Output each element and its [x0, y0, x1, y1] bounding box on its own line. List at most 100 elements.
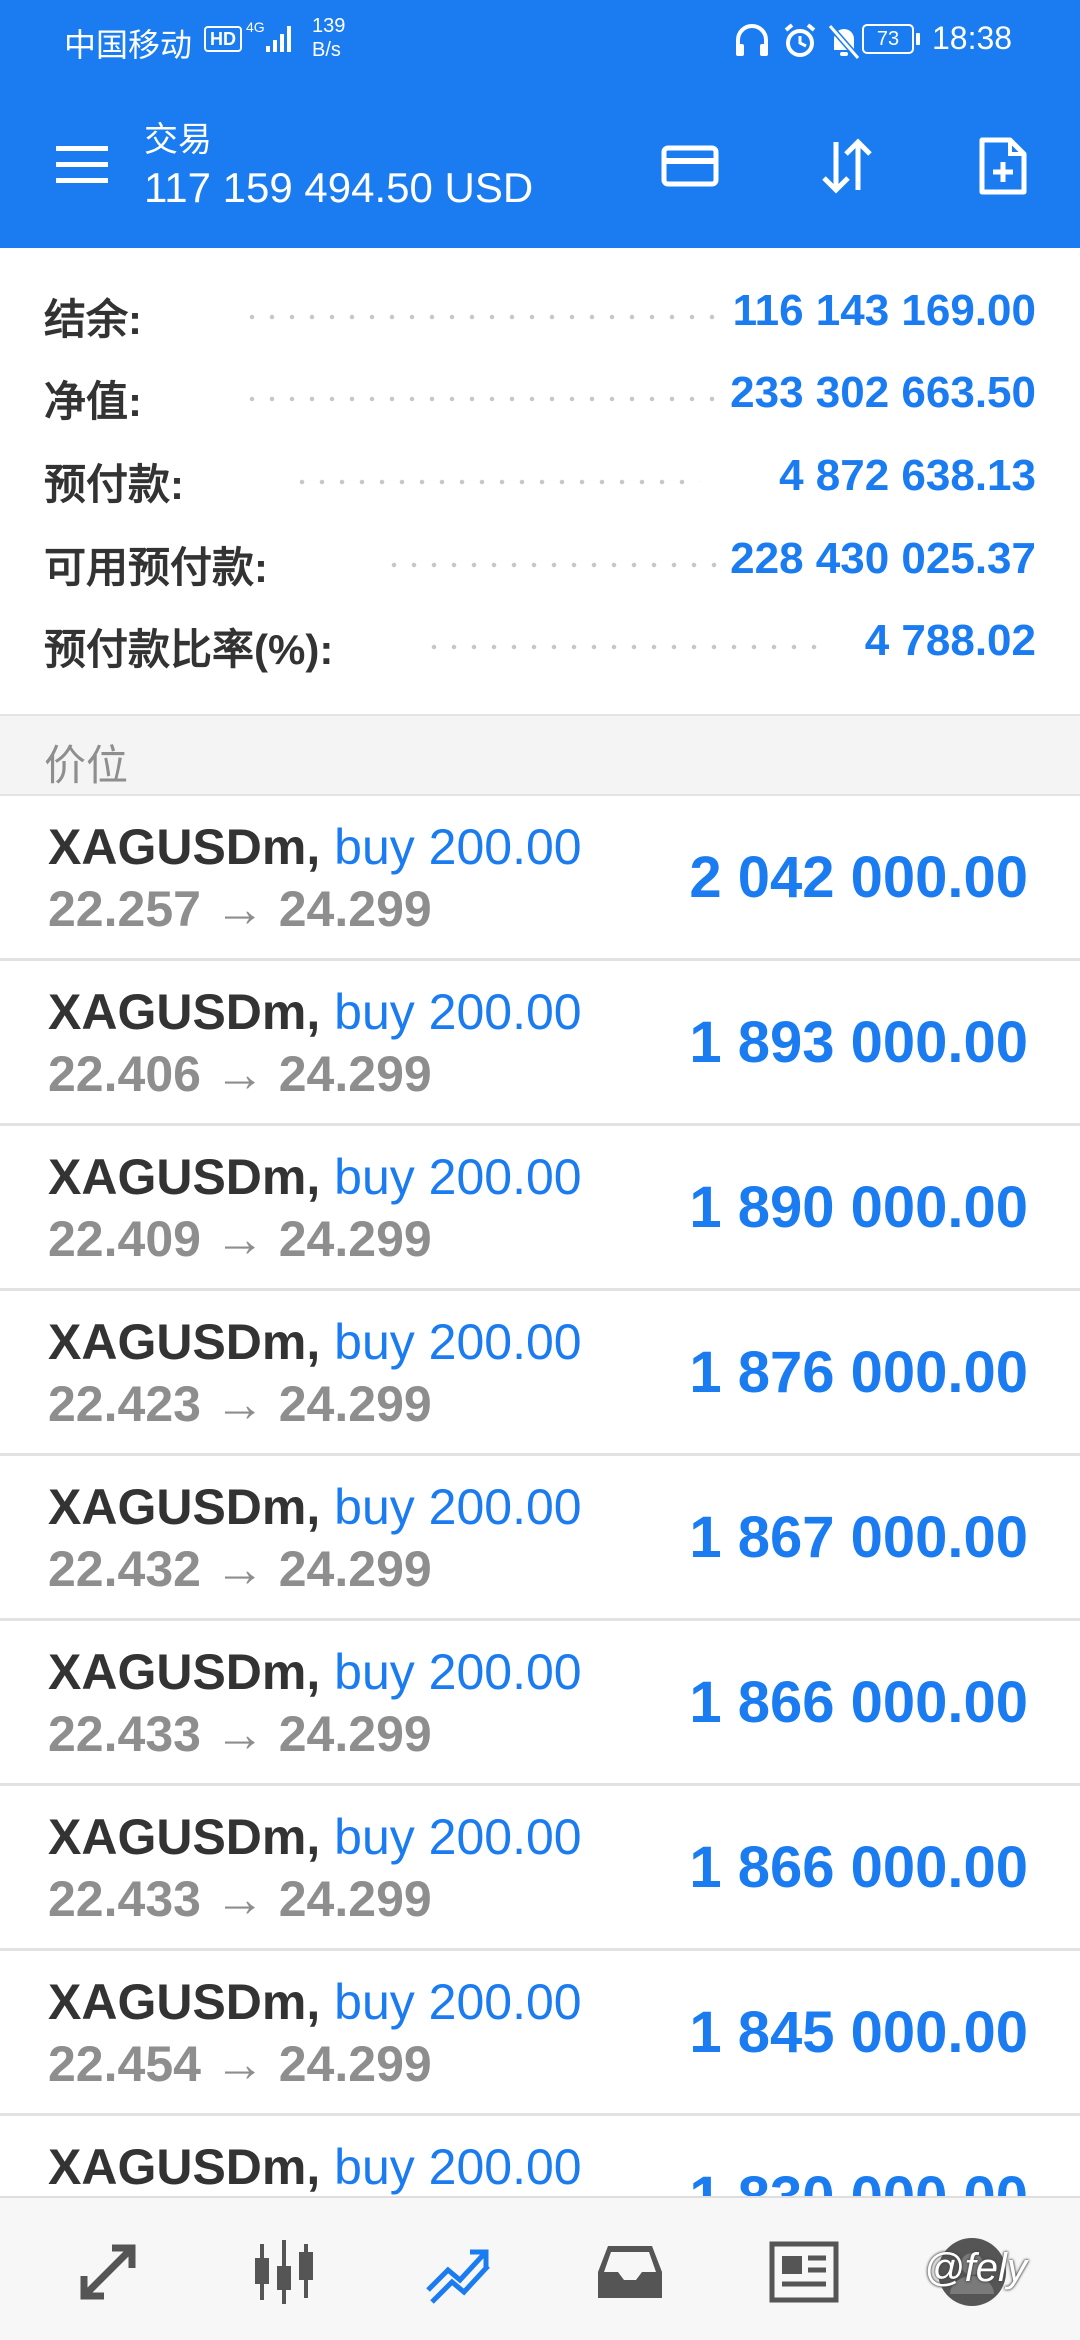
sort-button[interactable] [804, 124, 888, 208]
symbol-name: XAGUSDm, [48, 984, 321, 1040]
summary-value: 116 143 169.00 [732, 286, 1036, 335]
positions-list[interactable]: XAGUSDm, buy 200.00 22.257 → 24.299 2 04… [0, 796, 1080, 2196]
order-side: buy 200.00 [334, 1644, 582, 1700]
position-profit: 1 876 000.00 [689, 1340, 1028, 1405]
summary-label: 预付款比率(%): [44, 626, 334, 673]
position-symbol: XAGUSDm, buy 200.00 [48, 1808, 582, 1866]
summary-row-balance: 结余: 116 143 169.00 [0, 276, 1080, 346]
open-price: 22.423 [48, 1376, 201, 1432]
hd-badge: HD [204, 26, 242, 52]
current-price: 24.299 [278, 1046, 432, 1102]
summary-value: 4 872 638.13 [779, 451, 1036, 500]
summary-value: 228 430 025.37 [730, 534, 1036, 583]
arrow-icon: → [214, 1211, 265, 1267]
open-price: 22.409 [48, 1211, 201, 1267]
arrow-icon: → [214, 2036, 265, 2092]
chart-icon [255, 2240, 313, 2304]
speed-value: 139 [312, 15, 346, 37]
network-type: 4G [246, 19, 265, 35]
position-profit: 1 830 000.00 [689, 2164, 1028, 2196]
current-price: 24.299 [278, 1211, 432, 1267]
summary-row-equity: 净值: 233 302 663.50 [0, 358, 1080, 428]
current-price: 24.299 [278, 881, 432, 937]
card-icon [661, 145, 719, 187]
position-row[interactable]: XAGUSDm, buy 200.00 22.433 → 24.299 1 86… [0, 1786, 1080, 1951]
order-side: buy 200.00 [334, 1149, 582, 1205]
position-row[interactable]: XAGUSDm, buy 200.00 22.257 → 24.299 2 04… [0, 796, 1080, 961]
summary-row-margin-level: 预付款比率(%): 4 788.02 [0, 606, 1080, 676]
position-profit: 2 042 000.00 [689, 845, 1028, 910]
arrow-icon: → [214, 1376, 265, 1432]
arrow-icon: → [214, 881, 265, 937]
position-row[interactable]: XAGUSDm, buy 200.00 22.433 → 24.299 1 86… [0, 1621, 1080, 1786]
open-price: 22.257 [48, 881, 201, 937]
positions-section-header: 价位 [0, 716, 1080, 796]
position-row[interactable]: XAGUSDm, buy 200.00 1 830 000.00 [0, 2116, 1080, 2196]
open-price: 22.406 [48, 1046, 201, 1102]
deposit-button[interactable] [648, 124, 732, 208]
carrier-label: 中国移动 [64, 27, 193, 63]
symbol-name: XAGUSDm, [48, 2139, 321, 2195]
position-symbol: XAGUSDm, buy 200.00 [48, 1313, 582, 1371]
mute-bell-icon [827, 24, 861, 60]
position-row[interactable]: XAGUSDm, buy 200.00 22.454 → 24.299 1 84… [0, 1951, 1080, 2116]
position-symbol: XAGUSDm, buy 200.00 [48, 1148, 582, 1206]
price-range: 22.454 → 24.299 [48, 2035, 432, 2093]
nav-trade[interactable] [414, 2228, 502, 2316]
position-profit: 1 866 000.00 [689, 1835, 1028, 1900]
arrow-icon: → [214, 1706, 265, 1762]
headphones-icon [736, 24, 768, 56]
position-profit: 1 845 000.00 [689, 2000, 1028, 2065]
symbol-name: XAGUSDm, [48, 1479, 321, 1535]
open-price: 22.432 [48, 1541, 201, 1597]
network-speed: 139 B/s [312, 14, 345, 62]
symbol-name: XAGUSDm, [48, 819, 321, 875]
price-range: 22.432 → 24.299 [48, 1540, 432, 1598]
dotted-leader [384, 562, 720, 568]
summary-value: 233 302 663.50 [730, 368, 1036, 417]
position-row[interactable]: XAGUSDm, buy 200.00 22.432 → 24.299 1 86… [0, 1456, 1080, 1621]
arrow-icon: → [214, 1541, 265, 1597]
symbol-name: XAGUSDm, [48, 1314, 321, 1370]
summary-label: 结余: [44, 296, 142, 343]
position-row[interactable]: XAGUSDm, buy 200.00 22.406 → 24.299 1 89… [0, 961, 1080, 1126]
price-range: 22.406 → 24.299 [48, 1045, 432, 1103]
watermark: @fely [924, 2246, 1027, 2290]
nav-history[interactable] [586, 2228, 674, 2316]
order-side: buy 200.00 [334, 1809, 582, 1865]
position-row[interactable]: XAGUSDm, buy 200.00 22.423 → 24.299 1 87… [0, 1291, 1080, 1456]
symbol-name: XAGUSDm, [48, 1809, 321, 1865]
account-balance-header: 117 159 494.50 USD [144, 164, 534, 211]
order-side: buy 200.00 [334, 1314, 582, 1370]
order-side: buy 200.00 [334, 819, 582, 875]
order-side: buy 200.00 [334, 984, 582, 1040]
position-symbol: XAGUSDm, buy 200.00 [48, 2138, 582, 2196]
sort-arrows-icon [822, 138, 872, 194]
current-price: 24.299 [278, 2036, 432, 2092]
trade-icon [426, 2249, 490, 2304]
nav-chart[interactable] [240, 2228, 328, 2316]
new-document-icon [979, 137, 1027, 195]
order-side: buy 200.00 [334, 2139, 582, 2195]
position-row[interactable]: XAGUSDm, buy 200.00 22.409 → 24.299 1 89… [0, 1126, 1080, 1291]
alarm-icon [784, 23, 816, 57]
summary-row-margin: 预付款: 4 872 638.13 [0, 441, 1080, 511]
price-range: 22.433 → 24.299 [48, 1870, 432, 1928]
open-price: 22.433 [48, 1871, 201, 1927]
new-order-button[interactable] [960, 124, 1044, 208]
summary-value: 4 788.02 [864, 616, 1036, 665]
speed-unit: B/s [312, 39, 341, 61]
order-side: buy 200.00 [334, 1479, 582, 1535]
price-range: 22.257 → 24.299 [48, 880, 432, 938]
order-side: buy 200.00 [334, 1974, 582, 2030]
position-profit: 1 893 000.00 [689, 1010, 1028, 1075]
app-bar: 交易 117 159 494.50 USD [0, 84, 1080, 248]
nav-news[interactable] [760, 2228, 848, 2316]
bottom-nav [0, 2196, 1080, 2340]
current-price: 24.299 [278, 1541, 432, 1597]
menu-icon[interactable] [52, 142, 112, 188]
nav-quotes[interactable] [64, 2228, 152, 2316]
position-profit: 1 890 000.00 [689, 1175, 1028, 1240]
current-price: 24.299 [278, 1871, 432, 1927]
position-symbol: XAGUSDm, buy 200.00 [48, 818, 582, 876]
